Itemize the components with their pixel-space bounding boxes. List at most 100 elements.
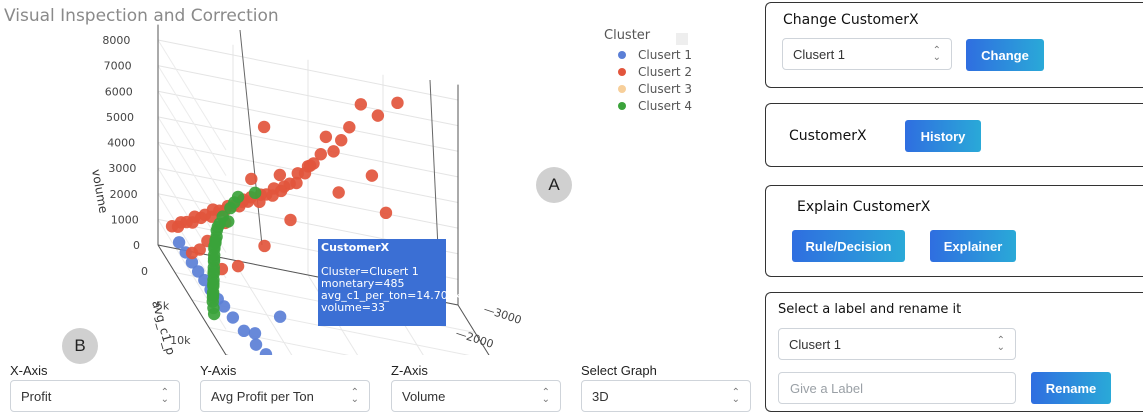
legend-dot-icon xyxy=(618,101,626,110)
data-point[interactable] xyxy=(332,186,345,199)
x-axis-label: X-Axis xyxy=(10,363,48,378)
y-axis-value: Avg Profit per Ton xyxy=(211,388,314,404)
y-axis-title: avg_c1_pr xyxy=(149,299,179,355)
select-caret-icon: ⌃ ⌄ xyxy=(731,387,740,405)
legend-item-label: Clusert 2 xyxy=(638,64,693,79)
change-cluster-value: Clusert 1 xyxy=(793,46,846,62)
change-panel-title: Change CustomerX xyxy=(783,12,919,28)
data-point[interactable] xyxy=(258,239,271,253)
hover-tooltip: CustomerX Cluster=Clusert 1 monetary=485… xyxy=(318,239,461,326)
data-point[interactable] xyxy=(319,130,333,144)
label-input[interactable] xyxy=(778,372,1016,404)
data-point[interactable] xyxy=(237,324,251,338)
data-point[interactable] xyxy=(335,134,348,147)
rule-decision-button[interactable]: Rule/Decision xyxy=(792,230,905,262)
select-caret-icon: ⌃ ⌄ xyxy=(932,45,941,63)
data-point[interactable] xyxy=(208,240,221,253)
rename-panel: Select a label and rename it Clusert 1 ⌃… xyxy=(765,292,1143,412)
rename-cluster-value: Clusert 1 xyxy=(789,336,842,352)
z-tick-label: 0 xyxy=(133,239,140,252)
y-axis-label: Y-Axis xyxy=(200,363,237,378)
graph-select-value: 3D xyxy=(592,388,609,404)
data-point[interactable] xyxy=(371,109,385,122)
data-point[interactable] xyxy=(354,98,368,111)
legend-dot-icon xyxy=(618,50,626,59)
data-point[interactable] xyxy=(273,168,287,182)
y-axis-select[interactable]: Avg Profit per Ton ⌃ ⌄ xyxy=(200,380,370,412)
graph-select-label: Select Graph xyxy=(581,363,657,378)
explain-panel: Explain CustomerX Rule/Decision Explaine… xyxy=(765,185,1143,277)
rename-cluster-select[interactable]: Clusert 1 ⌃ ⌄ xyxy=(778,328,1016,360)
select-caret-icon: ⌃ ⌄ xyxy=(350,387,359,405)
change-panel: Change CustomerX Clusert 1 ⌃ ⌄ Change xyxy=(765,2,1143,88)
data-point[interactable] xyxy=(231,259,245,273)
explain-panel-title: Explain CustomerX xyxy=(797,199,931,215)
legend-item-2[interactable]: Clusert 2 xyxy=(604,63,692,80)
data-point[interactable] xyxy=(303,159,317,172)
x-axis-select[interactable]: Profit ⌃ ⌄ xyxy=(10,380,180,412)
x-tick-label: —2000 xyxy=(454,326,495,350)
z-tick-label: 2000 xyxy=(110,188,138,201)
data-point[interactable] xyxy=(207,277,220,290)
history-panel: CustomerX History xyxy=(765,103,1143,167)
data-point[interactable] xyxy=(249,338,263,351)
select-caret-icon: ⌃ ⌄ xyxy=(541,387,550,405)
x-tick-label: —3000 xyxy=(482,302,523,326)
marker-a: A xyxy=(536,167,572,203)
legend-dot-icon xyxy=(618,84,626,93)
data-point[interactable] xyxy=(165,220,179,233)
grid-line xyxy=(232,259,293,355)
tooltip-line-volume: volume=33 xyxy=(321,301,385,314)
rename-button[interactable]: Rename xyxy=(1031,372,1111,404)
data-point[interactable] xyxy=(327,145,340,158)
rename-panel-title: Select a label and rename it xyxy=(778,302,962,317)
z-tick-label: 7000 xyxy=(104,60,132,73)
legend-dot-icon xyxy=(618,67,626,76)
data-point[interactable] xyxy=(206,288,220,301)
z-tick-label: 8000 xyxy=(102,34,130,47)
data-point[interactable] xyxy=(248,327,262,340)
history-panel-label: CustomerX xyxy=(789,128,867,144)
z-tick-label: 3000 xyxy=(108,162,136,175)
data-point[interactable] xyxy=(343,121,356,134)
data-point[interactable] xyxy=(207,307,221,321)
legend-item-4[interactable]: Clusert 4 xyxy=(604,97,692,114)
tooltip-title: CustomerX xyxy=(321,241,390,254)
explainer-button[interactable]: Explainer xyxy=(930,230,1016,262)
history-button[interactable]: History xyxy=(905,120,981,152)
data-point[interactable] xyxy=(211,220,224,234)
data-point[interactable] xyxy=(172,236,186,249)
z-axis-title: volume xyxy=(89,168,111,214)
data-point[interactable] xyxy=(273,310,287,323)
scatter-3d-plot[interactable]: 01000200030004000500060007000800005k10k1… xyxy=(0,20,600,355)
data-point[interactable] xyxy=(245,172,258,186)
data-point[interactable] xyxy=(228,196,241,209)
data-point[interactable] xyxy=(207,252,221,265)
select-caret-icon: ⌃ ⌄ xyxy=(996,335,1005,353)
z-tick-label: 6000 xyxy=(105,85,133,98)
z-tick-label: 4000 xyxy=(107,137,135,150)
data-point[interactable] xyxy=(248,186,262,200)
legend-item-label: Clusert 4 xyxy=(638,98,693,113)
z-axis-select[interactable]: Volume ⌃ ⌄ xyxy=(391,380,561,412)
data-point[interactable] xyxy=(222,215,235,228)
data-point[interactable] xyxy=(379,206,393,220)
legend-item-label: Clusert 1 xyxy=(638,47,693,62)
graph-select[interactable]: 3D ⌃ ⌄ xyxy=(581,380,751,412)
data-point[interactable] xyxy=(259,348,273,355)
data-point[interactable] xyxy=(226,311,240,324)
data-point[interactable] xyxy=(207,264,220,278)
data-point[interactable] xyxy=(284,213,297,227)
marker-b: B xyxy=(62,328,98,364)
data-point[interactable] xyxy=(257,120,271,134)
legend-item-3[interactable]: Clusert 3 xyxy=(604,80,692,97)
legend-item-label: Clusert 3 xyxy=(638,81,693,96)
data-point[interactable] xyxy=(185,246,199,260)
change-button[interactable]: Change xyxy=(966,39,1044,71)
legend-scroll-box xyxy=(676,33,688,45)
data-point[interactable] xyxy=(365,169,379,182)
change-cluster-select[interactable]: Clusert 1 ⌃ ⌄ xyxy=(782,38,952,70)
data-point[interactable] xyxy=(391,96,404,110)
legend-item-1[interactable]: Clusert 1 xyxy=(604,46,692,63)
z-tick-label: 5000 xyxy=(106,111,134,124)
